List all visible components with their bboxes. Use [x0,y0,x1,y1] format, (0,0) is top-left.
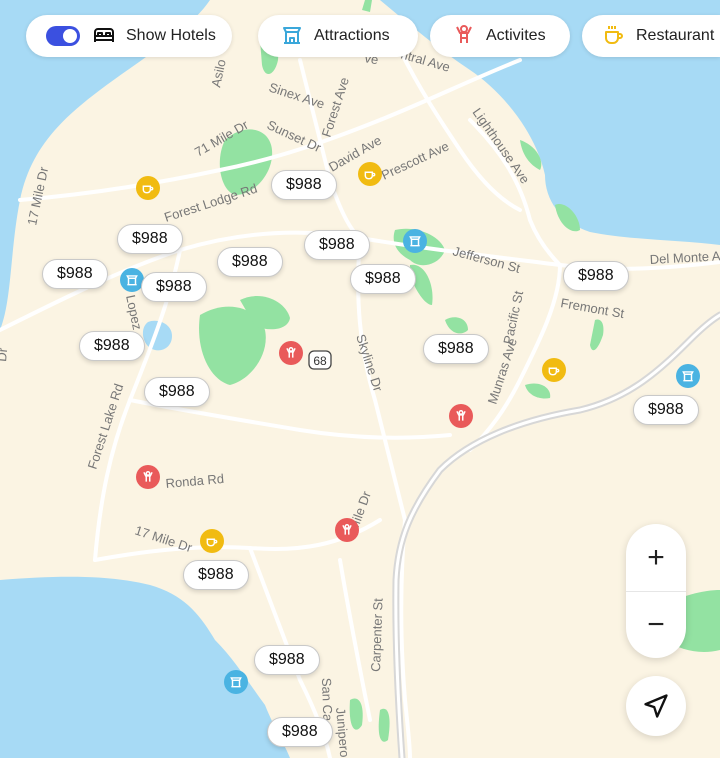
attraction-icon [126,275,138,286]
route-68-label: 68 [313,354,327,368]
map-canvas[interactable]: 68 Asilo Sinex Ave Forest Ave ntral Ave … [0,0,720,758]
navigation-arrow-icon [644,694,668,718]
show-hotels-toggle[interactable] [46,26,80,46]
hotel-price-marker[interactable]: $988 [633,395,699,425]
route-68-shield: 68 [308,350,332,370]
activity-icon [342,524,352,535]
attraction-icon [682,371,694,382]
activity-pin[interactable] [279,341,303,365]
activity-icon [143,471,153,482]
bed-icon [92,23,118,49]
activities-label: Activites [486,27,546,44]
hotel-price-marker[interactable]: $988 [271,170,337,200]
cafe-icon [206,538,218,547]
show-hotels-label: Show Hotels [126,27,216,44]
hotel-price-marker[interactable]: $988 [423,334,489,364]
attraction-pin[interactable] [403,229,427,253]
cafe-icon [548,367,560,376]
cafe-pin[interactable] [136,176,160,200]
hotel-price-marker[interactable]: $988 [144,377,210,407]
activity-pin[interactable] [335,518,359,542]
activity-pin[interactable] [449,404,473,428]
attraction-icon [280,23,306,49]
activities-filter-chip[interactable]: Activites [430,15,570,57]
hotel-price-marker[interactable]: $988 [217,247,283,277]
activity-icon [286,347,296,358]
cafe-icon [364,171,376,180]
attraction-pin[interactable] [676,364,700,388]
hotel-price-marker[interactable]: $988 [79,331,145,361]
hotel-price-marker[interactable]: $988 [141,272,207,302]
zoom-out-button[interactable]: − [626,591,686,658]
zoom-divider [626,591,686,592]
locate-me-button[interactable] [626,676,686,736]
cafe-icon [142,185,154,194]
hotel-price-marker[interactable]: $988 [42,259,108,289]
hotel-price-marker[interactable]: $988 [267,717,333,747]
activity-icon [456,410,466,421]
attractions-filter-chip[interactable]: Attractions [258,15,418,57]
activity-pin[interactable] [136,465,160,489]
hotel-price-marker[interactable]: $988 [117,224,183,254]
restaurant-filter-chip[interactable]: Restaurant [582,15,720,57]
attraction-icon [409,236,421,247]
activity-icon [452,23,478,49]
hotel-price-marker[interactable]: $988 [183,560,249,590]
hotel-price-marker[interactable]: $988 [350,264,416,294]
cafe-icon [602,23,628,49]
street-label: Dr [0,347,10,363]
street-label: Carpenter St [368,598,386,673]
zoom-in-button[interactable]: + [626,524,686,591]
cafe-pin[interactable] [358,162,382,186]
attraction-icon [230,677,242,688]
hotel-price-marker[interactable]: $988 [563,261,629,291]
cafe-pin[interactable] [542,358,566,382]
attractions-label: Attractions [314,27,390,44]
restaurant-label: Restaurant [636,27,715,44]
park-14 [378,708,390,742]
hotel-price-marker[interactable]: $988 [254,645,320,675]
cafe-pin[interactable] [200,529,224,553]
show-hotels-toggle-chip[interactable]: Show Hotels [26,15,232,57]
street-label: San Ca [319,678,336,723]
hotel-price-marker[interactable]: $988 [304,230,370,260]
zoom-control: + − [626,524,686,658]
attraction-pin[interactable] [224,670,248,694]
